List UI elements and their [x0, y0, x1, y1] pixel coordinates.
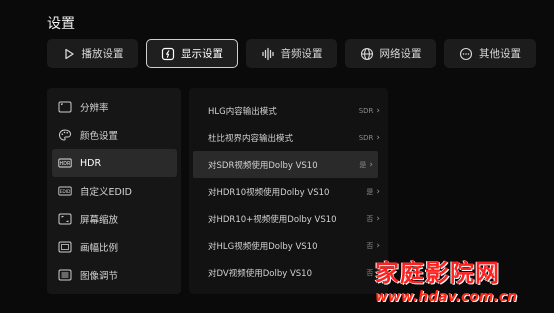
setting-value: 是 — [366, 187, 374, 196]
setting-row-hdr10plus-dolby-vs10[interactable]: 对HDR10+视频使用Dolby VS10 否 › — [189, 205, 388, 232]
setting-row-sdr-dolby-vs10[interactable]: 对SDR视频使用Dolby VS10 是 › — [193, 151, 378, 178]
setting-label: HLG内容输出模式 — [208, 106, 277, 117]
setting-row-hlg-dolby-vs10[interactable]: 对HLG视频使用Dolby VS10 否 › — [189, 232, 388, 259]
setting-label: 对HLG视频使用Dolby VS10 — [208, 241, 318, 252]
setting-value: 是 — [359, 160, 367, 169]
chevron-right-icon: › — [376, 186, 380, 197]
play-icon — [62, 47, 76, 61]
tab-label: 显示设置 — [181, 48, 223, 60]
tab-other-settings[interactable]: 其他设置 — [444, 39, 536, 68]
chevron-right-icon: › — [376, 240, 380, 251]
tab-label: 音频设置 — [280, 48, 323, 60]
chevron-right-icon: › — [376, 132, 380, 143]
more-icon — [459, 47, 473, 61]
resolution-icon — [58, 101, 72, 113]
chevron-right-icon: › — [369, 159, 373, 170]
setting-label: 杜比视界内容输出模式 — [208, 133, 294, 144]
sidebar-item-label: 颜色设置 — [80, 131, 119, 142]
watermark-url: www.hdav.com.cn — [375, 289, 518, 305]
chevron-right-icon: › — [376, 105, 380, 116]
display-sidebar: 分辨率 颜色设置 HDR HDR EDID 自定义EDID 屏幕缩放 画幅比例 — [47, 88, 181, 294]
tab-audio-settings[interactable]: 音频设置 — [246, 39, 337, 68]
setting-value: 否 — [366, 268, 374, 277]
edid-icon: EDID — [58, 185, 72, 197]
setting-value: 否 — [366, 214, 374, 223]
sidebar-item-screen-zoom[interactable]: 屏幕缩放 — [52, 205, 177, 233]
watermark: 家庭影院网 www.hdav.com.cn — [375, 253, 551, 305]
aspect-ratio-icon — [58, 241, 72, 253]
tab-label: 网络设置 — [379, 48, 422, 60]
screen-zoom-icon — [58, 213, 72, 225]
setting-value: 否 — [366, 241, 374, 250]
sidebar-item-hdr[interactable]: HDR HDR — [52, 149, 177, 177]
tab-playback-settings[interactable]: 播放设置 — [47, 39, 138, 68]
sidebar-item-resolution[interactable]: 分辨率 — [52, 93, 177, 121]
display-icon — [161, 47, 175, 61]
sidebar-item-color-settings[interactable]: 颜色设置 — [52, 121, 177, 149]
sidebar-item-image-adjust[interactable]: 图像调节 — [52, 261, 177, 289]
svg-text:HDR: HDR — [60, 161, 71, 167]
settings-tabs: 播放设置 显示设置 音频设置 网络设置 其他设置 — [47, 39, 536, 68]
page-title: 设置 — [47, 16, 75, 32]
tab-display-settings[interactable]: 显示设置 — [146, 39, 238, 68]
audio-wave-icon — [261, 47, 275, 61]
svg-text:EDID: EDID — [60, 189, 71, 195]
setting-value: SDR — [358, 133, 374, 142]
globe-icon — [360, 47, 374, 61]
setting-value: SDR — [358, 106, 374, 115]
setting-label: 对HDR10+视频使用Dolby VS10 — [208, 214, 337, 225]
sidebar-item-label: HDR — [80, 157, 102, 169]
palette-icon — [58, 129, 72, 141]
setting-row-dolby-vision-output-mode[interactable]: 杜比视界内容输出模式 SDR › — [189, 124, 388, 151]
sidebar-item-label: 画幅比例 — [80, 243, 119, 254]
setting-label: 对HDR10视频使用Dolby VS10 — [208, 187, 330, 198]
setting-label: 对DV视频使用Dolby VS10 — [208, 268, 312, 279]
image-adjust-icon — [58, 269, 72, 281]
sidebar-item-label: 图像调节 — [80, 271, 119, 282]
tab-network-settings[interactable]: 网络设置 — [345, 39, 436, 68]
setting-label: 对SDR视频使用Dolby VS10 — [208, 160, 318, 171]
sidebar-item-custom-edid[interactable]: EDID 自定义EDID — [52, 177, 177, 205]
setting-row-dv-dolby-vs10[interactable]: 对DV视频使用Dolby VS10 否 › — [189, 259, 388, 286]
sidebar-item-label: 分辨率 — [80, 103, 109, 114]
watermark-title: 家庭影院网 — [375, 258, 500, 287]
sidebar-item-label: 屏幕缩放 — [80, 215, 119, 226]
chevron-right-icon: › — [376, 213, 380, 224]
hdr-settings-panel: HLG内容输出模式 SDR › 杜比视界内容输出模式 SDR › 对SDR视频使用D… — [189, 88, 388, 294]
tab-label: 其他设置 — [479, 48, 521, 60]
tab-label: 播放设置 — [81, 48, 124, 60]
hdr-icon: HDR — [58, 157, 72, 169]
setting-row-hlg-output-mode[interactable]: HLG内容输出模式 SDR › — [189, 97, 388, 124]
sidebar-item-label: 自定义EDID — [80, 187, 132, 198]
sidebar-item-aspect-ratio[interactable]: 画幅比例 — [52, 233, 177, 261]
setting-row-hdr10-dolby-vs10[interactable]: 对HDR10视频使用Dolby VS10 是 › — [189, 178, 388, 205]
